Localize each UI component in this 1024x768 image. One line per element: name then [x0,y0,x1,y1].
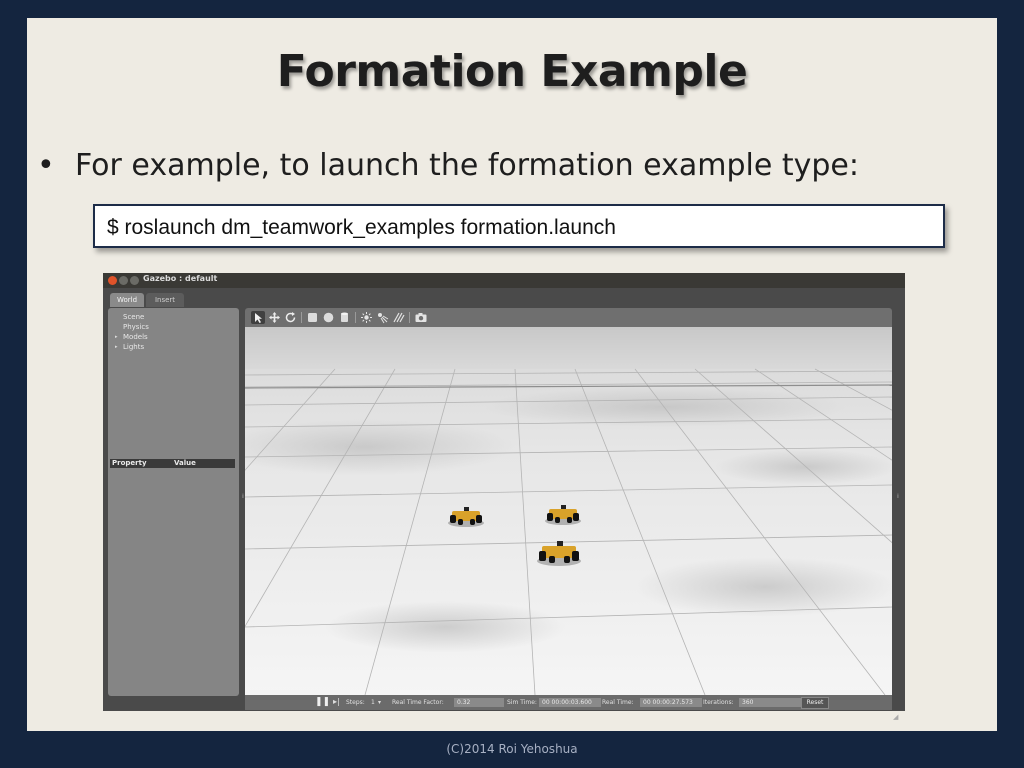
sim-time-label: Sim Time: [507,699,537,706]
resize-grip-icon[interactable]: ◢ [893,713,898,721]
iterations-label: Iterations: [703,699,734,706]
steps-label: Steps: [346,699,365,706]
expand-arrow-icon[interactable]: ▸ [115,342,118,352]
world-tree: Scene Physics ▸ Models ▸ Lights [113,312,149,352]
step-button[interactable]: ▸| [333,697,340,706]
tree-item-lights[interactable]: ▸ Lights [113,342,149,352]
gazebo-titlebar: Gazebo : default [103,273,905,288]
real-time-factor-value: 0.32 [454,698,504,707]
tree-item-lights-label: Lights [123,343,145,351]
tree-item-models-label: Models [123,333,148,341]
translate-icon[interactable] [268,311,281,324]
splitter-handle[interactable]: ⁞ [242,493,244,500]
real-time-value: 00 00:00:27.573 [640,698,702,707]
simulation-status-bar: ❚❚ ▸| Steps: 1 ▾ Real Time Factor: 0.32 … [245,695,892,710]
point-light-icon[interactable] [360,311,373,324]
real-time-label: Real Time: [602,699,634,706]
steps-value[interactable]: 1 [371,699,375,706]
iterations-value: 360 [739,698,801,707]
scene-toolbar [245,308,892,327]
command-box: $ roslaunch dm_teamwork_examples formati… [93,204,945,248]
footer-copyright: (C)2014 Roi Yehoshua [446,742,578,756]
steps-dropdown-icon[interactable]: ▾ [378,699,381,706]
select-arrow-icon[interactable] [251,311,265,324]
sim-time-value: 00 00:00:03.600 [539,698,601,707]
reset-button[interactable]: Reset [801,697,829,709]
rotate-icon[interactable] [284,311,297,324]
expand-arrow-icon[interactable]: ▸ [115,332,118,342]
property-column-header: Property [112,459,147,467]
window-minimize-button[interactable] [119,276,128,285]
value-column-header: Value [174,459,196,467]
toolbar-separator [409,312,410,323]
screenshot-icon[interactable] [414,311,428,324]
pause-button[interactable]: ❚❚ [315,697,330,707]
window-title: Gazebo : default [143,274,218,283]
slide-title: Formation Example [276,46,748,97]
bullet-text: For example, to launch the formation exa… [75,148,859,183]
box-icon[interactable] [306,311,319,324]
window-maximize-button[interactable] [130,276,139,285]
splitter-handle-right[interactable]: ⁞ [897,493,899,500]
directional-light-icon[interactable] [392,311,405,324]
real-time-factor-label: Real Time Factor: [392,699,444,706]
bullet-dot: • [37,148,55,183]
world-panel: Scene Physics ▸ Models ▸ Lights Property V… [108,308,239,696]
property-header: Property Value [110,459,235,468]
cylinder-icon[interactable] [338,311,351,324]
scene-viewport[interactable] [245,327,892,695]
toolbar-separator [301,312,302,323]
tree-item-models[interactable]: ▸ Models [113,332,149,342]
spot-light-icon[interactable] [376,311,389,324]
window-close-button[interactable] [108,276,117,285]
tree-item-scene[interactable]: Scene [113,312,149,322]
tab-world[interactable]: World [110,293,144,307]
tab-insert[interactable]: Insert [146,293,184,307]
tree-item-physics[interactable]: Physics [113,322,149,332]
gazebo-window: Gazebo : default World Insert Scene Phys… [103,273,905,721]
gazebo-body: World Insert Scene Physics ▸ Models ▸ Ligh… [103,288,905,721]
sky [245,327,892,369]
sphere-icon[interactable] [322,311,335,324]
toolbar-separator [355,312,356,323]
